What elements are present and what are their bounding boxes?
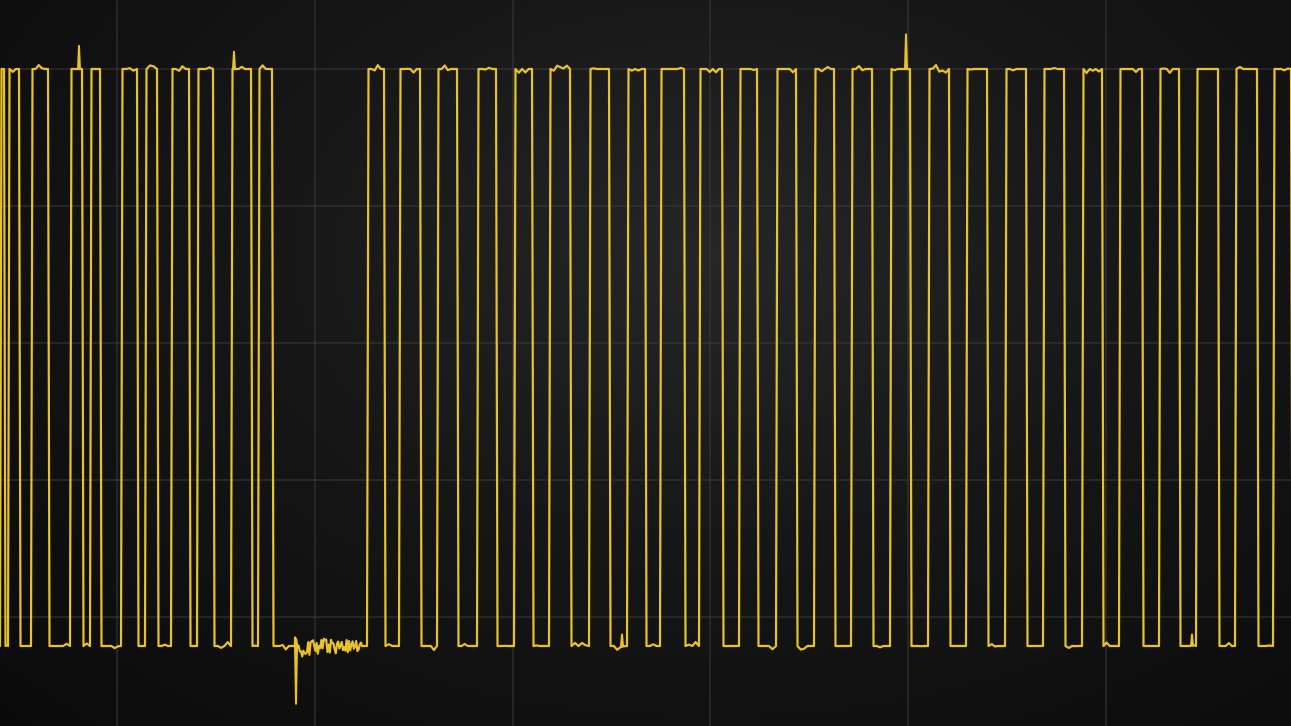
waveform-plot [0,0,1291,726]
signal-trace [0,63,1291,658]
glitch-spike-2 [294,645,298,705]
glitch-spike-1 [232,50,236,70]
glitch-spike-3 [904,33,908,70]
glitch-spike-5 [1190,633,1194,647]
oscilloscope-screen [0,0,1291,726]
glitch-spike-0 [77,44,81,70]
glitch-spike-4 [620,633,624,647]
signal-trace-layer [0,33,1291,705]
